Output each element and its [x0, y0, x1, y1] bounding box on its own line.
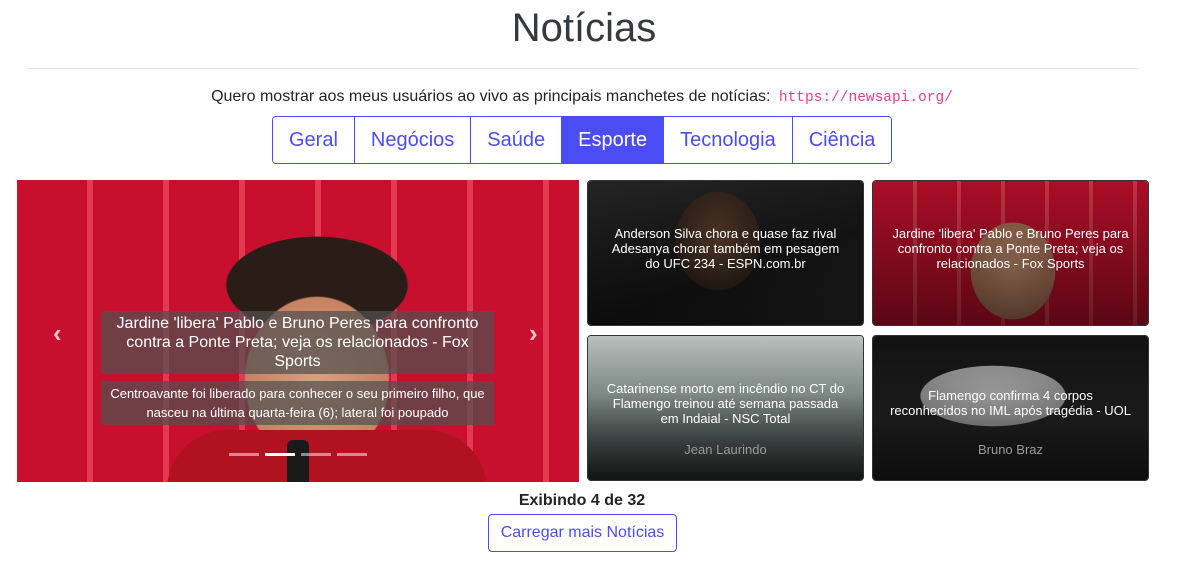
news-card-title: Anderson Silva chora e quase faz rival A… — [611, 225, 840, 271]
tab-ciencia[interactable]: Ciência — [792, 117, 892, 163]
news-card[interactable]: Flamengo confirma 4 corpos reconhecidos … — [872, 335, 1149, 481]
news-carousel[interactable]: ‹ › Jardine 'libera' Pablo e Bruno Peres… — [17, 180, 579, 482]
tab-saude[interactable]: Saúde — [471, 117, 563, 163]
tab-tecnologia[interactable]: Tecnologia — [664, 117, 793, 163]
news-card[interactable]: Jardine 'libera' Pablo e Bruno Peres par… — [872, 180, 1149, 326]
results-count: Exibindo 4 de 32 — [518, 492, 646, 509]
news-card-title: Jardine 'libera' Pablo e Bruno Peres par… — [892, 225, 1129, 271]
intro-line: Quero mostrar aos meus usuários ao vivo … — [0, 88, 1164, 106]
newsapi-link[interactable]: https://newsapi.org/ — [779, 90, 953, 106]
page-title: Notícias — [511, 6, 657, 50]
chevron-left-icon[interactable]: ‹ — [53, 318, 62, 349]
microphone-image — [287, 440, 309, 482]
tab-geral[interactable]: Geral — [273, 117, 355, 163]
intro-text: Quero mostrar aos meus usuários ao vivo … — [211, 88, 771, 105]
chevron-right-icon[interactable]: › — [529, 318, 538, 349]
load-more-button[interactable]: Carregar mais Notícias — [488, 514, 677, 552]
carousel-indicator[interactable] — [337, 453, 367, 456]
category-tabs: Geral Negócios Saúde Esporte Tecnologia … — [272, 116, 893, 164]
news-card-author: Jean Laurindo — [684, 442, 767, 457]
carousel-caption-description: Centroavante foi liberado para conhecer … — [101, 381, 494, 425]
carousel-indicators — [229, 453, 367, 456]
tab-negocios[interactable]: Negócios — [354, 117, 472, 163]
news-card[interactable]: Catarinense morto em incêndio no CT do F… — [587, 335, 864, 481]
carousel-photo-detail — [167, 430, 487, 482]
carousel-indicator[interactable] — [301, 453, 331, 456]
news-card[interactable]: Anderson Silva chora e quase faz rival A… — [587, 180, 864, 326]
carousel-indicator[interactable] — [265, 453, 295, 456]
news-card-author: Bruno Braz — [977, 442, 1044, 457]
tab-esporte[interactable]: Esporte — [562, 117, 665, 163]
title-divider — [27, 68, 1139, 69]
carousel-caption-title: Jardine 'libera' Pablo e Bruno Peres par… — [101, 311, 494, 374]
carousel-indicator[interactable] — [229, 453, 259, 456]
